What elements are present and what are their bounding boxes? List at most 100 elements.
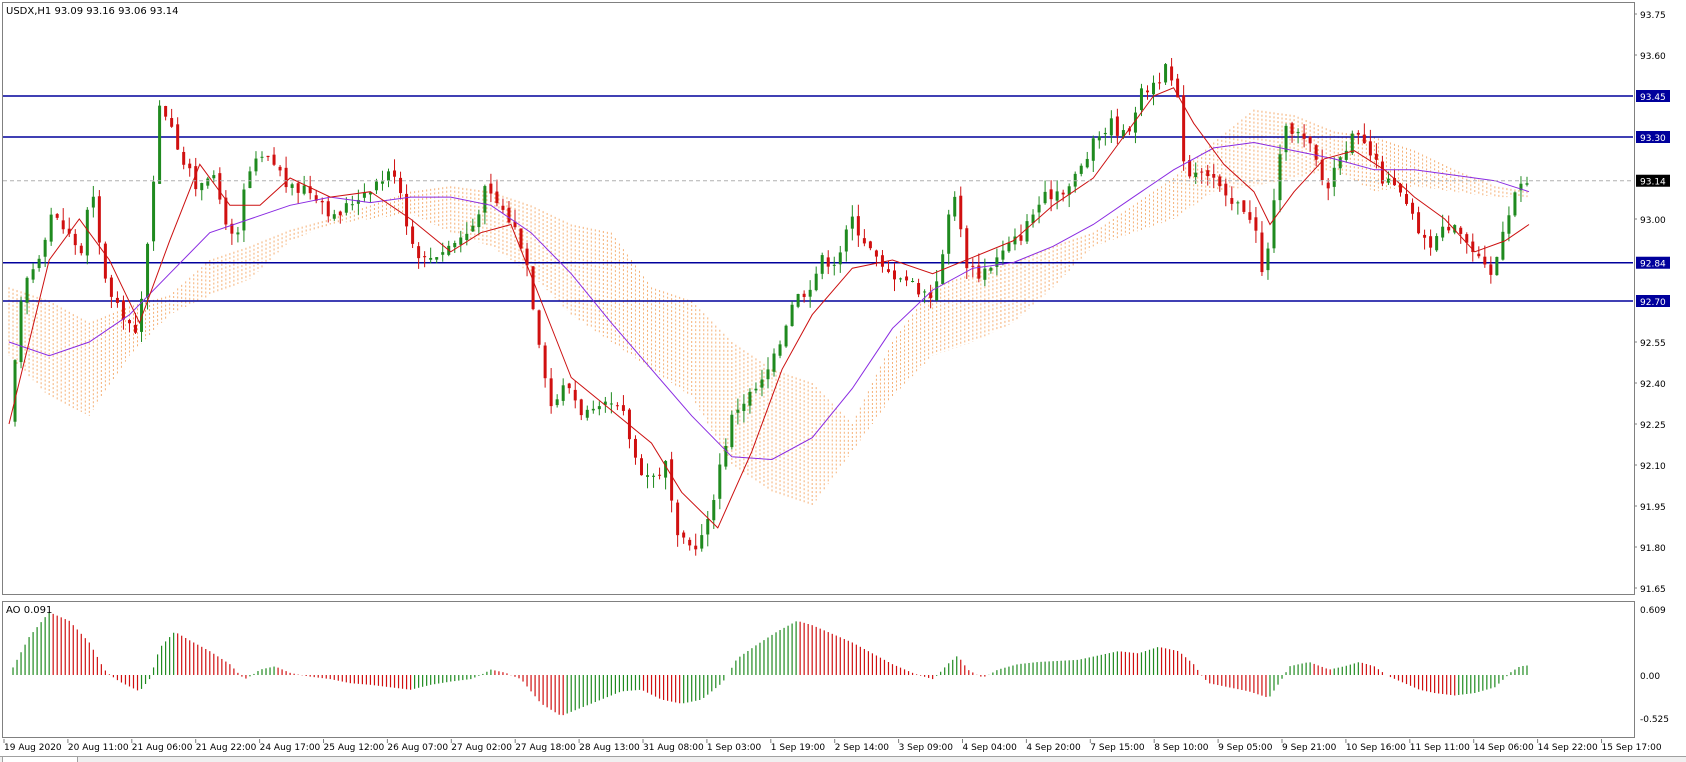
candle-body [1109, 118, 1113, 136]
time-tick-label: 15 Sep 17:00 [1602, 743, 1662, 753]
candle-body [1362, 134, 1366, 144]
candle-body [1242, 200, 1246, 212]
candle-body [676, 502, 680, 536]
candle-body [947, 214, 951, 254]
candle-body [483, 186, 487, 213]
candle-body [266, 155, 270, 158]
candle-body [1001, 250, 1005, 260]
candle-body [411, 226, 415, 244]
price-tick-label: 91.80 [1640, 544, 1666, 554]
time-tick-label: 14 Sep 06:00 [1474, 743, 1534, 753]
candle-body [459, 237, 463, 245]
candle-body [766, 369, 770, 380]
candle-body [1049, 189, 1053, 200]
price-tick-label: 92.10 [1640, 462, 1666, 472]
candle-body [338, 211, 342, 216]
candle-body [386, 171, 390, 181]
candle-body [1025, 221, 1029, 242]
candle-body [615, 405, 619, 407]
candle-body [37, 258, 41, 269]
candle-body [1441, 226, 1445, 238]
candle-body [1043, 191, 1047, 204]
candle-body [682, 532, 686, 538]
candle-body [212, 175, 216, 179]
candle-body [597, 406, 601, 410]
candle-body [519, 228, 523, 249]
candle-body [1435, 236, 1439, 251]
candle-body [856, 216, 860, 236]
candle-body [43, 239, 47, 257]
candle-body [471, 225, 475, 232]
candle-body [55, 214, 59, 218]
candle-body [712, 500, 716, 521]
candle-body [1091, 138, 1095, 161]
candle-body [1115, 116, 1119, 136]
candle-body [1212, 174, 1216, 178]
candle-body [935, 281, 939, 301]
candle-body [688, 539, 692, 546]
candle-body [899, 278, 903, 280]
price-tick-label: 92.55 [1640, 339, 1666, 349]
candle-body [911, 280, 915, 282]
candle-body [844, 229, 848, 252]
chart-tab[interactable] [2, 757, 78, 762]
candle-body [1368, 141, 1372, 156]
candle-body [730, 414, 734, 448]
candle-body [1332, 167, 1336, 187]
ao-tick-label: 0.00 [1640, 672, 1660, 682]
candle-body [880, 255, 884, 267]
candle-body [1188, 160, 1192, 177]
time-tick-label: 1 Sep 03:00 [707, 743, 762, 753]
time-tick-label: 27 Aug 02:00 [451, 743, 512, 753]
candle-body [73, 233, 77, 246]
candle-body [272, 154, 276, 165]
candle-body [1085, 158, 1089, 168]
candle-body [621, 405, 625, 411]
price-tick-label: 91.65 [1640, 585, 1666, 595]
candle-body [25, 277, 29, 303]
candle-body [796, 293, 800, 307]
time-tick-label: 25 Aug 12:00 [324, 743, 385, 753]
level-label-text: 93.45 [1640, 93, 1666, 103]
candle-body [579, 399, 583, 416]
candle-body [320, 200, 324, 203]
candle-body [585, 409, 589, 418]
chart-canvas[interactable]: 93.14 93.75 93.60 93.00 92.55 92.40 92.25 92.1… [0, 0, 1686, 762]
time-tick-label: 21 Aug 22:00 [196, 743, 257, 753]
candle-body [200, 183, 204, 191]
candle-body [79, 245, 83, 254]
candle-body [874, 250, 878, 257]
current-price-text: 93.14 [1640, 178, 1666, 188]
candle-body [91, 196, 95, 208]
time-tick-label: 19 Aug 2020 [4, 743, 62, 753]
candle-body [477, 214, 481, 228]
time-tick-label: 9 Sep 05:00 [1218, 743, 1273, 753]
candle-body [97, 196, 101, 243]
candle-body [639, 458, 643, 476]
candle-body [465, 233, 469, 240]
candle-body [555, 399, 559, 406]
candle-body [1350, 133, 1354, 154]
candle-body [302, 185, 306, 194]
candle-body [1356, 132, 1360, 135]
candle-body [1284, 125, 1288, 153]
candle-body [543, 345, 547, 379]
candle-body [218, 173, 222, 200]
candle-body [905, 276, 909, 281]
candle-body [206, 178, 210, 186]
candle-body [176, 124, 180, 150]
candle-body [1194, 172, 1198, 178]
candle-body [1290, 123, 1294, 134]
price-tick-label: 92.25 [1640, 421, 1666, 431]
candle-body [326, 201, 330, 217]
candle-body [1278, 154, 1282, 201]
candle-body [965, 228, 969, 269]
candle-body [507, 207, 511, 223]
candle-body [127, 320, 131, 324]
candle-body [646, 475, 650, 477]
candle-body [808, 289, 812, 297]
candle-body [158, 105, 162, 184]
candle-body [633, 438, 637, 458]
candle-body [886, 269, 890, 272]
candle-body [188, 163, 192, 169]
